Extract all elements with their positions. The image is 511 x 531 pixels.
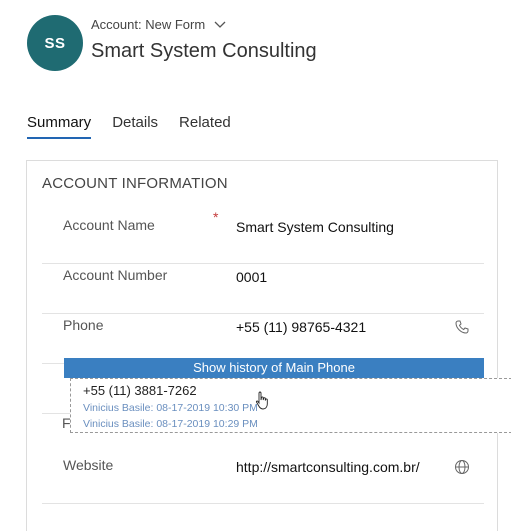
section-title: ACCOUNT INFORMATION	[42, 175, 228, 192]
record-title: Smart System Consulting	[91, 40, 317, 62]
globe-icon[interactable]	[454, 459, 470, 475]
history-phone-value[interactable]: +55 (11) 3881-7262	[83, 383, 197, 398]
tab-bar: Summary Details Related	[27, 114, 231, 139]
account-information-section: ACCOUNT INFORMATION Account Name * Smart…	[26, 160, 498, 531]
avatar: SS	[27, 15, 83, 71]
tab-details[interactable]: Details	[112, 114, 158, 139]
history-entry: Vinicius Basile: 08-17-2019 10:29 PM	[83, 418, 258, 430]
website-value[interactable]: http://smartconsulting.com.br/	[236, 455, 420, 479]
tab-summary[interactable]: Summary	[27, 114, 92, 139]
phone-value[interactable]: +55 (11) 98765-4321	[236, 315, 366, 339]
field-website: Website http://smartconsulting.com.br/	[42, 453, 484, 504]
field-account-name: Account Name * Smart System Consulting	[42, 209, 484, 264]
account-name-value[interactable]: Smart System Consulting	[236, 215, 394, 239]
entity-form-label: Account: New Form	[91, 17, 206, 32]
hand-cursor-icon	[255, 391, 268, 410]
field-account-number: Account Number 0001	[42, 263, 484, 314]
phone-icon[interactable]	[454, 319, 470, 335]
phone-history-header[interactable]: Show history of Main Phone	[64, 358, 484, 378]
avatar-initials: SS	[44, 34, 66, 52]
required-indicator: *	[213, 209, 219, 225]
field-label: Account Name	[63, 217, 155, 233]
field-label: Account Number	[63, 267, 168, 283]
form-selector[interactable]: Account: New Form	[91, 17, 227, 32]
history-entry: Vinicius Basile: 08-17-2019 10:30 PM	[83, 402, 258, 414]
chevron-down-icon[interactable]	[213, 18, 227, 32]
field-label: Phone	[63, 317, 104, 333]
phone-history-list: +55 (11) 3881-7262 Vinicius Basile: 08-1…	[70, 378, 511, 433]
field-phone: Phone +55 (11) 98765-4321	[42, 313, 484, 364]
field-label: Website	[63, 457, 114, 473]
tab-related[interactable]: Related	[179, 114, 231, 139]
account-number-value[interactable]: 0001	[236, 265, 267, 289]
